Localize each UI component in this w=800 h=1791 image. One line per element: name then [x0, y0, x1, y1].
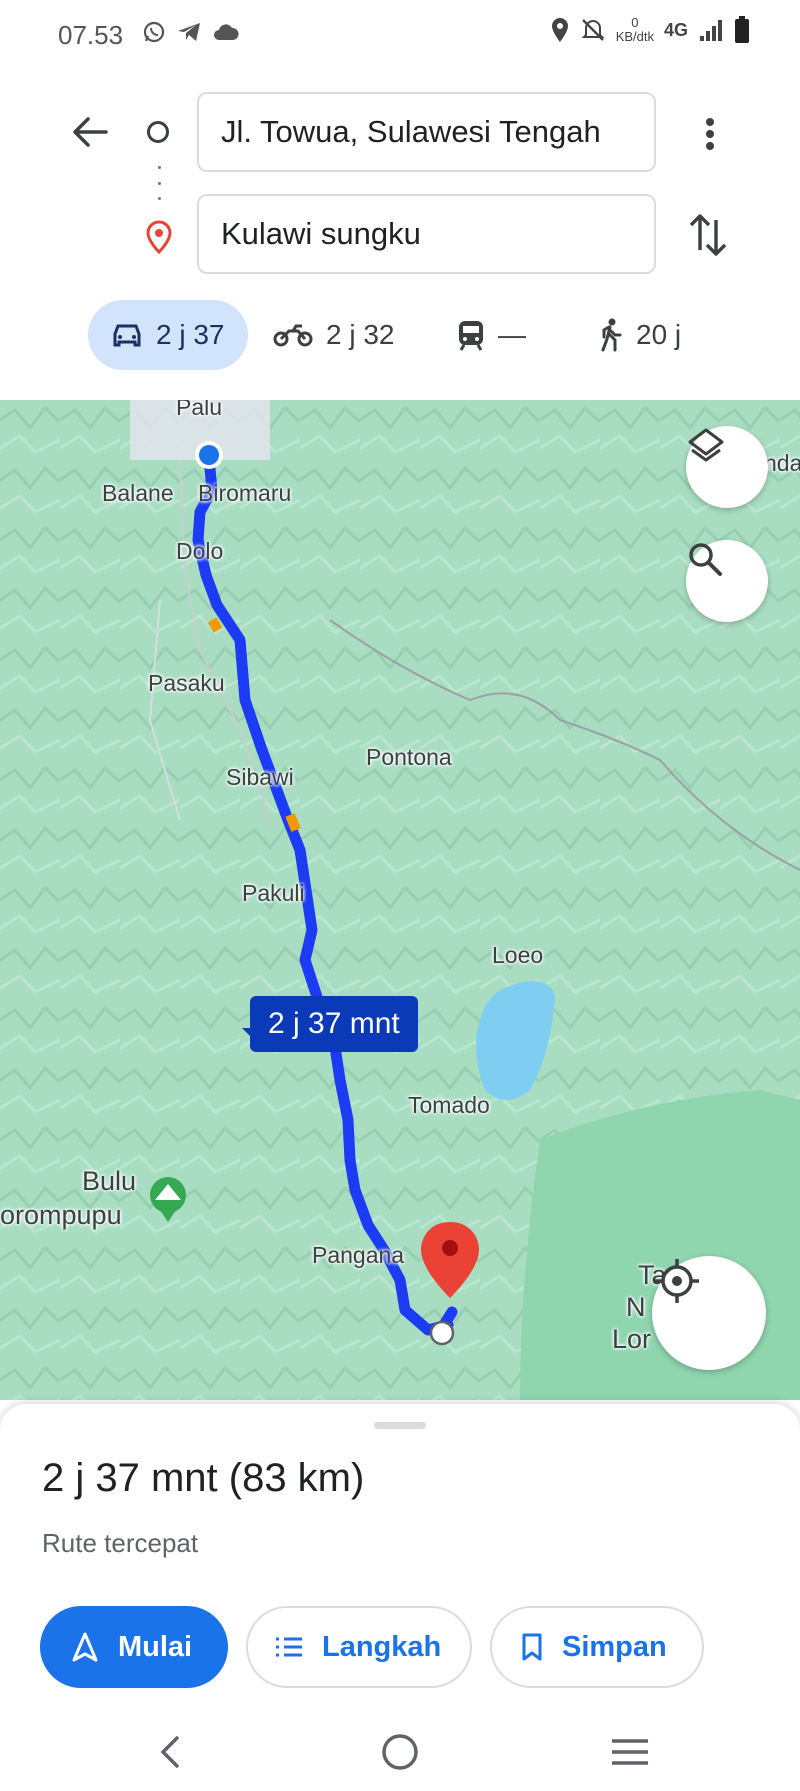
tab-car[interactable]: 2 j 37	[88, 300, 248, 370]
swap-vert-icon	[689, 214, 727, 256]
swap-route-button[interactable]	[686, 210, 730, 260]
bookmark-icon	[522, 1633, 542, 1661]
walking-icon	[601, 318, 622, 352]
tab-motorcycle[interactable]: 2 j 32	[272, 300, 395, 370]
system-navigation-bar	[0, 1710, 800, 1791]
chevron-left-icon	[160, 1736, 179, 1768]
layers-button[interactable]	[686, 426, 768, 508]
map-label-n: N	[626, 1292, 646, 1322]
telegram-icon	[178, 23, 200, 41]
destination-pin-icon	[146, 220, 172, 255]
national-park-area	[520, 1090, 800, 1400]
train-icon	[459, 321, 483, 351]
whatsapp-icon	[143, 21, 165, 43]
arrow-back-icon	[73, 117, 108, 147]
signal-icon	[700, 20, 722, 41]
mute-icon	[581, 19, 605, 41]
map-label-pangana: Pangana	[312, 1242, 405, 1268]
search-map-button[interactable]	[686, 540, 768, 622]
status-bar: 07.53 0 KB/dtk 4G	[0, 0, 800, 68]
cloud-icon	[214, 24, 239, 40]
recents-icon	[612, 1739, 648, 1765]
map-label-bulu: Bulu	[82, 1166, 137, 1196]
map-label-palu: Palu	[176, 400, 223, 420]
route-summary-title: 2 j 37 mnt (83 km)	[42, 1456, 365, 1500]
navigation-icon	[72, 1632, 98, 1662]
map-view[interactable]: Palu Balane Biromaru Dolo Pasaku Pontona…	[0, 400, 800, 1400]
map-label-pasaku: Pasaku	[148, 670, 225, 696]
home-circle-icon	[382, 1734, 418, 1770]
map-label-lor: Lor	[612, 1324, 652, 1354]
more-options-button[interactable]	[690, 112, 730, 156]
route-summary-subtitle: Rute tercepat	[42, 1528, 199, 1558]
map-label-sibawi: Sibawi	[226, 764, 294, 790]
system-back-button[interactable]	[140, 1722, 200, 1782]
network-type: 4G	[663, 19, 688, 40]
tab-walk[interactable]: 20 j	[596, 300, 681, 370]
list-icon	[276, 1637, 302, 1657]
travel-mode-tabs: 2 j 37 2 j 32 — 20 j	[0, 300, 800, 374]
layers-icon	[688, 428, 724, 462]
system-recents-button[interactable]	[600, 1722, 660, 1782]
my-location-icon	[655, 1259, 699, 1303]
route-connector	[158, 166, 161, 200]
save-button[interactable]: Simpan	[490, 1606, 704, 1688]
steps-button[interactable]: Langkah	[246, 1606, 472, 1688]
map-label-orompupu: orompupu	[0, 1200, 122, 1230]
destination-input[interactable]: Kulawi sungku	[197, 194, 656, 274]
car-icon	[113, 324, 141, 347]
search-icon	[689, 543, 722, 576]
map-label-pontona: Pontona	[366, 744, 452, 770]
back-button[interactable]	[68, 110, 112, 154]
origin-marker-icon	[147, 121, 169, 143]
map-label-nda: nda	[764, 450, 800, 476]
route-duration-callout[interactable]: 2 j 37 mnt	[250, 996, 418, 1052]
system-home-button[interactable]	[370, 1722, 430, 1782]
start-button[interactable]: Mulai	[40, 1606, 228, 1688]
location-icon	[551, 18, 568, 42]
end-point	[429, 1320, 455, 1346]
map-label-biromaru: Biromaru	[198, 480, 292, 506]
drag-handle[interactable]	[374, 1422, 426, 1429]
map-label-tomado: Tomado	[408, 1092, 490, 1118]
battery-icon	[735, 16, 749, 43]
status-time: 07.53	[58, 20, 124, 50]
map-label-dolo: Dolo	[176, 538, 224, 564]
map-label-loeo: Loeo	[492, 942, 544, 968]
motorcycle-icon	[273, 324, 313, 347]
more-vert-icon	[706, 118, 714, 150]
network-speed: 0 KB/dtk	[615, 15, 654, 44]
origin-input[interactable]: Jl. Towua, Sulawesi Tengah	[197, 92, 656, 172]
map-label-pakuli: Pakuli	[242, 880, 305, 906]
my-location-button[interactable]	[652, 1256, 766, 1370]
tab-transit[interactable]: —	[456, 300, 526, 370]
map-label-balane: Balane	[102, 480, 174, 506]
